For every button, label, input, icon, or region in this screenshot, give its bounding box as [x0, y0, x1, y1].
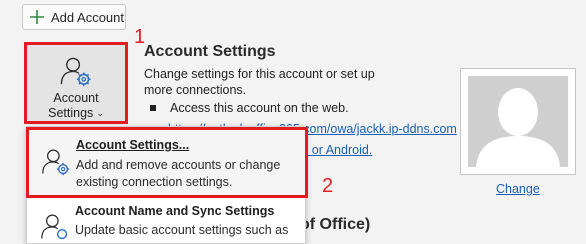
step-number-2: 2 [322, 175, 334, 197]
profile-picture [460, 68, 576, 175]
section-description: Change settings for this account or set … [144, 67, 375, 97]
mobile-setup-link[interactable]: S or Android. [300, 143, 372, 157]
plus-icon [30, 10, 44, 24]
account-settings-icon [60, 57, 91, 87]
account-settings-label-line2-wrap: Settings ⌄ [48, 106, 104, 121]
add-account-label: Add Account [51, 9, 124, 25]
account-settings-dropdown-button[interactable]: Account Settings ⌄ [24, 42, 128, 124]
account-settings-label-line1: Account [53, 91, 99, 105]
menu-item-description: Update basic account settings such as [75, 223, 289, 237]
account-sync-icon [41, 214, 68, 240]
menu-item-title: Account Name and Sync Settings [75, 204, 275, 218]
account-settings-label-line2: Settings [48, 106, 94, 120]
avatar [468, 76, 568, 167]
menu-item-account-name-sync[interactable]: Account Name and Sync Settings Update ba… [28, 198, 304, 244]
section-title: Account Settings [144, 43, 276, 60]
change-photo-link[interactable]: Change [496, 182, 540, 196]
menu-item-description: Add and remove accounts or change existi… [76, 158, 281, 189]
add-account-button[interactable]: Add Account [22, 4, 126, 30]
automatic-replies-heading: of Office) [300, 216, 371, 233]
menu-item-title: Account Settings... [76, 138, 190, 152]
bullet-marker [150, 104, 156, 111]
chevron-down-icon: ⌄ [96, 108, 104, 118]
bullet-web-access-text: Access this account on the web. [170, 101, 349, 115]
menu-item-account-settings[interactable]: Account Settings... Add and remove accou… [26, 127, 308, 198]
account-settings-icon [42, 149, 70, 176]
person-silhouette-icon [476, 88, 560, 167]
bullet-web-access: Access this account on the web. [150, 101, 349, 115]
